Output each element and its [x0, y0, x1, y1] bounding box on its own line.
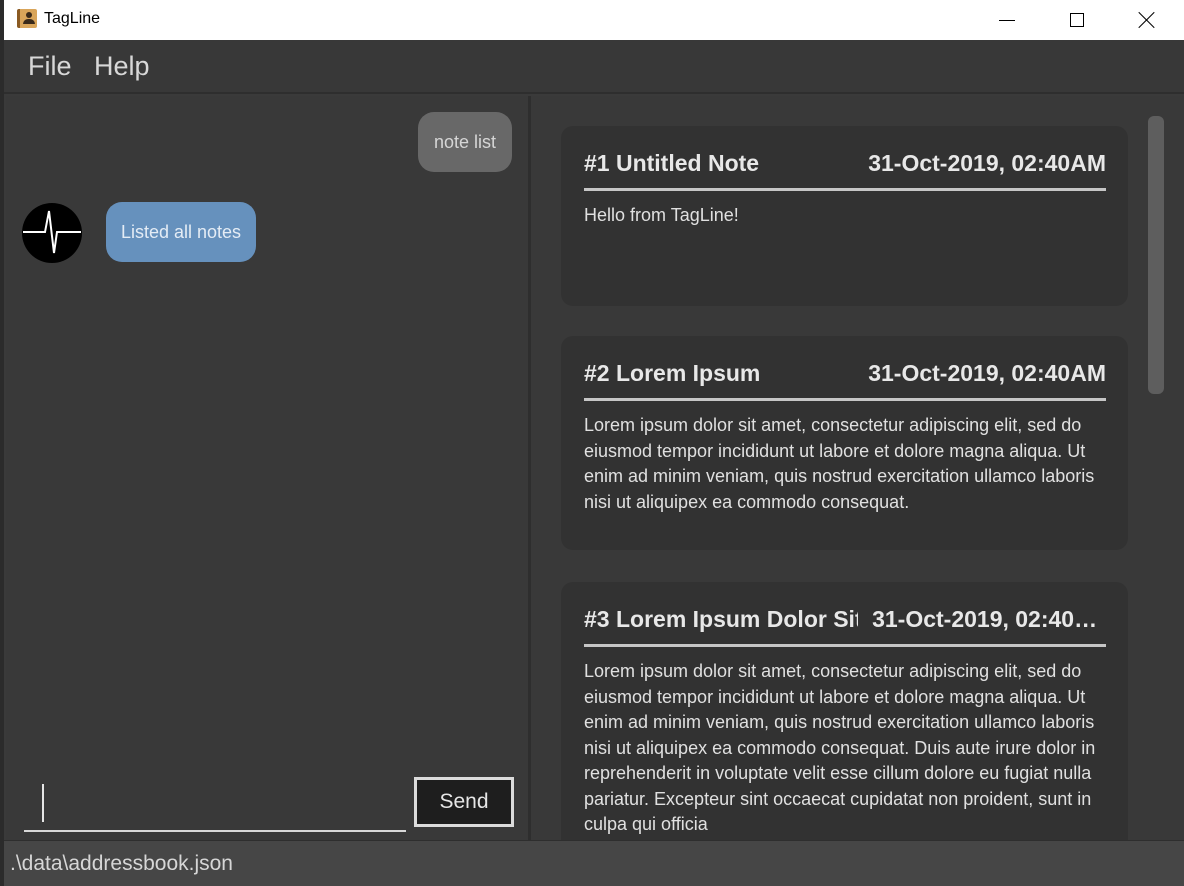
note-header: #2 Lorem Ipsum 31-Oct-2019, 02:40AM: [584, 360, 1106, 401]
send-button[interactable]: Send: [414, 777, 514, 827]
minimize-button[interactable]: [972, 0, 1042, 40]
note-content: Hello from TagLine!: [584, 205, 739, 225]
note-title: #2 Lorem Ipsum: [584, 360, 761, 386]
user-message-bubble: note list: [418, 112, 512, 172]
maximize-icon: [1070, 13, 1084, 27]
close-button[interactable]: [1112, 0, 1182, 40]
app-window: TagLine File Help note list Listed all n…: [4, 0, 1184, 886]
heartbeat-icon: [23, 210, 81, 254]
notes-list: #1 Untitled Note 31-Oct-2019, 02:40AM He…: [531, 96, 1184, 840]
close-icon: [1138, 11, 1156, 29]
chat-pane: note list Listed all notes Send: [6, 96, 528, 840]
note-header: #3 Lorem Ipsum Dolor Sit 31-Oct-2019, 02…: [584, 606, 1106, 647]
title-bar[interactable]: TagLine: [4, 0, 1184, 40]
note-timestamp: 31-Oct-2019, 02:40AM: [868, 150, 1106, 176]
bot-avatar: [22, 203, 82, 263]
notes-scrollbar-thumb[interactable]: [1148, 116, 1164, 394]
note-timestamp: 31-Oct-2019, 02:40AM: [868, 360, 1106, 386]
address-book-icon: [17, 9, 37, 28]
note-timestamp: 31-Oct-2019, 02:40AM: [872, 606, 1106, 632]
note-header: #1 Untitled Note 31-Oct-2019, 02:40AM: [584, 150, 1106, 191]
menu-bar: File Help: [4, 40, 1184, 94]
note-card[interactable]: #1 Untitled Note 31-Oct-2019, 02:40AM He…: [561, 126, 1128, 306]
menu-help[interactable]: Help: [94, 51, 150, 82]
note-title: #3 Lorem Ipsum Dolor Sit: [584, 606, 859, 632]
status-bar: .\data\addressbook.json: [4, 840, 1184, 886]
note-content: Lorem ipsum dolor sit amet, consectetur …: [584, 415, 1095, 512]
note-content: Lorem ipsum dolor sit amet, consectetur …: [584, 661, 1096, 834]
menu-file[interactable]: File: [28, 51, 72, 82]
note-title: #1 Untitled Note: [584, 150, 760, 176]
text-caret: [42, 784, 44, 822]
bot-message-bubble: Listed all notes: [106, 202, 256, 262]
maximize-button[interactable]: [1042, 0, 1112, 40]
data-file-path: .\data\addressbook.json: [10, 852, 233, 875]
note-card[interactable]: #3 Lorem Ipsum Dolor Sit 31-Oct-2019, 02…: [561, 582, 1128, 840]
command-input[interactable]: [24, 776, 406, 832]
note-card[interactable]: #2 Lorem Ipsum 31-Oct-2019, 02:40AM Lore…: [561, 336, 1128, 550]
window-title: TagLine: [44, 10, 101, 27]
minimize-icon: [999, 19, 1015, 21]
